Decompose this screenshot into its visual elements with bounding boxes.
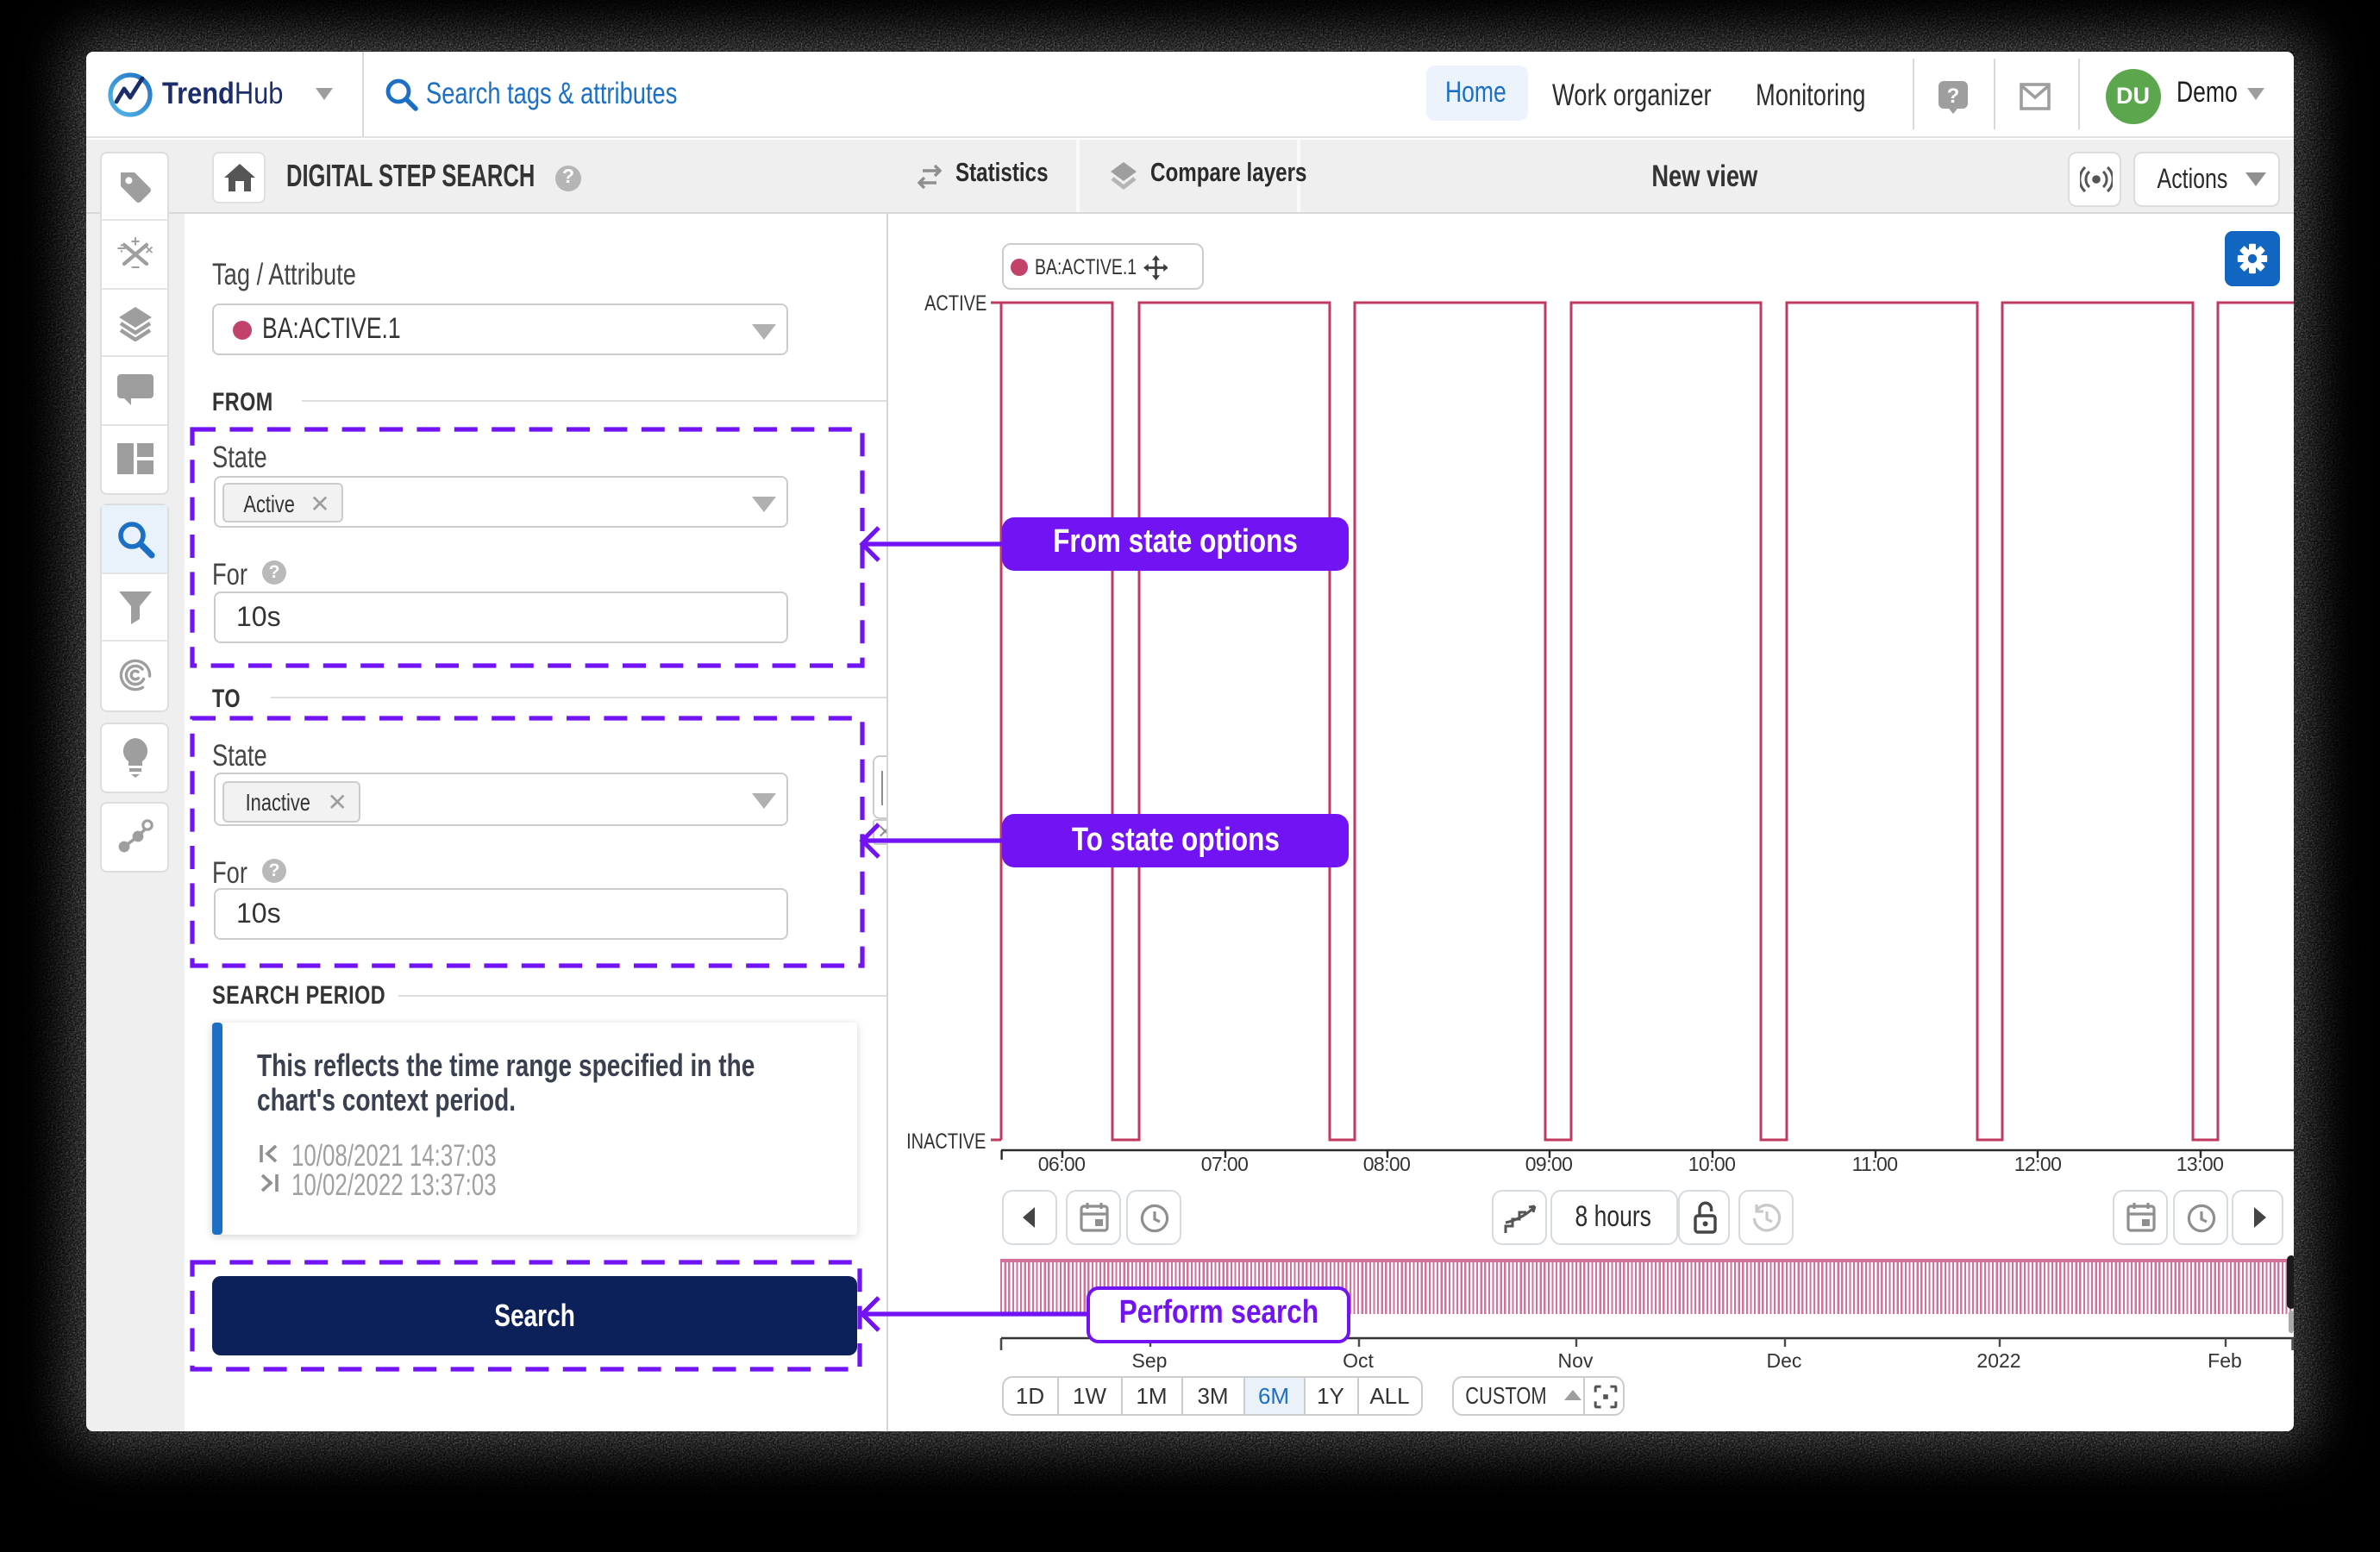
svg-text:?: ? bbox=[1947, 84, 1960, 107]
svg-text:+: + bbox=[131, 236, 141, 250]
svg-text:−: − bbox=[131, 259, 141, 272]
svg-text:×: × bbox=[145, 243, 153, 258]
svg-text:÷: ÷ bbox=[117, 240, 126, 257]
